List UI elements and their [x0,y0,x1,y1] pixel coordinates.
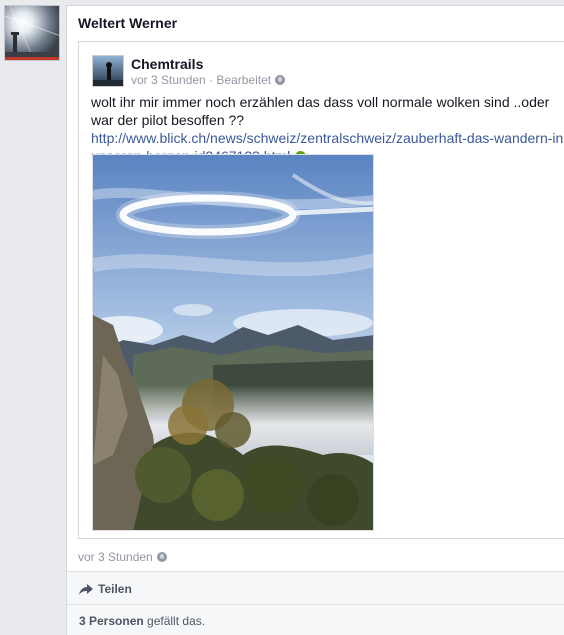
shared-post-meta: vor 3 Stunden · Bearbeitet [131,73,286,87]
likes-summary: 3 Personen gefällt das. [79,614,205,628]
post-message: wolt ihr mir immer noch erzählen das das… [91,94,550,128]
globe-icon[interactable] [275,75,286,85]
share-arrow-icon [79,583,93,595]
page-avatar-image [93,56,123,86]
share-label: Teilen [98,582,132,596]
likes-count[interactable]: 3 Personen [79,614,144,628]
post-photo[interactable] [92,154,374,531]
meta-separator: · [205,73,217,87]
avatar-image [5,6,59,60]
story-author[interactable]: Weltert Werner [78,15,177,31]
share-button[interactable]: Teilen [79,582,132,596]
shared-post: Chemtrails vor 3 Stunden · Bearbeitet wo… [78,41,564,539]
globe-icon[interactable] [156,552,167,562]
likes-bar: 3 Personen gefällt das. [67,605,564,635]
shared-post-time[interactable]: vor 3 Stunden [131,73,206,87]
story-timestamp[interactable]: vor 3 Stunden [78,550,153,564]
edited-label[interactable]: Bearbeitet [216,73,271,87]
left-column [0,0,66,635]
likes-suffix: gefällt das. [143,614,206,628]
photo-image [93,155,373,530]
page-name[interactable]: Chemtrails [131,56,203,72]
news-feed-story: Weltert Werner Chemtrails vor 3 Stunden … [66,5,564,635]
action-bar: Teilen [67,572,564,604]
author-avatar[interactable] [4,5,60,61]
page-avatar[interactable] [92,55,124,87]
story-footer-meta: vor 3 Stunden [78,550,167,564]
